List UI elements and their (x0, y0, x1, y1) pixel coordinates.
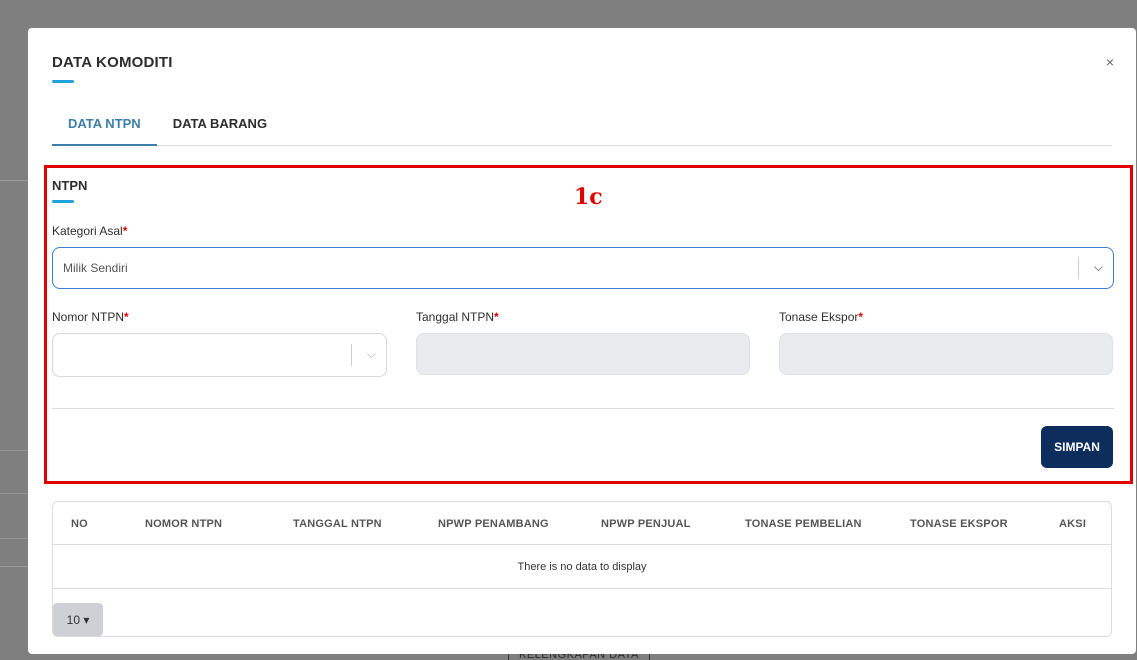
column-header-tanggal-ntpn[interactable]: TANGGAL NTPN (293, 518, 382, 530)
title-underline (52, 80, 74, 83)
required-marker: * (494, 310, 499, 324)
tonase-ekspor-label-text: Tonase Ekspor (779, 310, 859, 324)
tonase-ekspor-label: Tonase Ekspor* (779, 310, 863, 324)
chevron-down-icon[interactable]: ⌵ (1094, 260, 1103, 275)
tab-bar: DATA NTPN DATA BARANG (52, 108, 1112, 146)
tab-data-ntpn[interactable]: DATA NTPN (52, 108, 157, 146)
table-header: NO NOMOR NTPN TANGGAL NTPN NPWP PENAMBAN… (53, 502, 1111, 545)
nomor-ntpn-label-text: Nomor NTPN (52, 310, 125, 324)
tanggal-ntpn-label: Tanggal NTPN* (416, 310, 499, 324)
tab-data-barang[interactable]: DATA BARANG (157, 108, 283, 146)
ntpn-table: NO NOMOR NTPN TANGGAL NTPN NPWP PENAMBAN… (52, 501, 1112, 637)
bg-divider (0, 450, 30, 451)
select-separator (1078, 257, 1079, 279)
nomor-ntpn-label: Nomor NTPN* (52, 310, 129, 324)
section-divider (52, 408, 1114, 409)
close-icon[interactable]: × (1106, 54, 1114, 70)
select-separator (351, 344, 352, 366)
kategori-asal-select[interactable]: Milik Sendiri ⌵ (52, 247, 1114, 289)
column-header-no[interactable]: NO (71, 518, 88, 530)
bg-divider (0, 566, 30, 567)
column-header-tonase-ekspor[interactable]: TONASE EKSPOR (910, 518, 1008, 530)
column-header-npwp-penambang[interactable]: NPWP PENAMBANG (438, 518, 549, 530)
required-marker: * (122, 224, 128, 238)
tanggal-ntpn-label-text: Tanggal NTPN (416, 310, 495, 324)
kategori-asal-value: Milik Sendiri (63, 261, 128, 275)
nomor-ntpn-select[interactable]: ⌵ (52, 333, 387, 377)
empty-table-message: There is no data to display (53, 545, 1111, 589)
kategori-asal-label: Kategori Asal* (52, 224, 127, 238)
column-header-tonase-pembelian[interactable]: TONASE PEMBELIAN (745, 518, 862, 530)
bg-divider (0, 180, 30, 181)
required-marker: * (858, 310, 864, 324)
modal-title: DATA KOMODITI (52, 54, 173, 71)
kategori-asal-label-text: Kategori Asal (52, 224, 123, 238)
bg-divider (0, 538, 30, 539)
ntpn-section: NTPN 1c Kategori Asal* Milik Sendiri ⌵ N… (44, 165, 1133, 484)
section-title: NTPN (52, 178, 88, 193)
bg-divider (0, 493, 30, 494)
page-size-dropdown[interactable]: 10 ▾ (53, 603, 103, 636)
tanggal-ntpn-field (416, 333, 750, 375)
column-header-aksi: AKSI (1059, 518, 1087, 530)
column-header-npwp-penjual[interactable]: NPWP PENJUAL (601, 518, 691, 530)
annotation-label: 1c (574, 184, 603, 210)
data-komoditi-modal: DATA KOMODITI × DATA NTPN DATA BARANG NT… (28, 28, 1136, 654)
tonase-ekspor-field (779, 333, 1113, 375)
chevron-down-icon[interactable]: ⌵ (367, 347, 376, 362)
required-marker: * (124, 310, 129, 324)
column-header-nomor-ntpn[interactable]: NOMOR NTPN (145, 518, 222, 530)
simpan-button[interactable]: SIMPAN (1041, 426, 1113, 468)
section-underline (52, 200, 74, 203)
